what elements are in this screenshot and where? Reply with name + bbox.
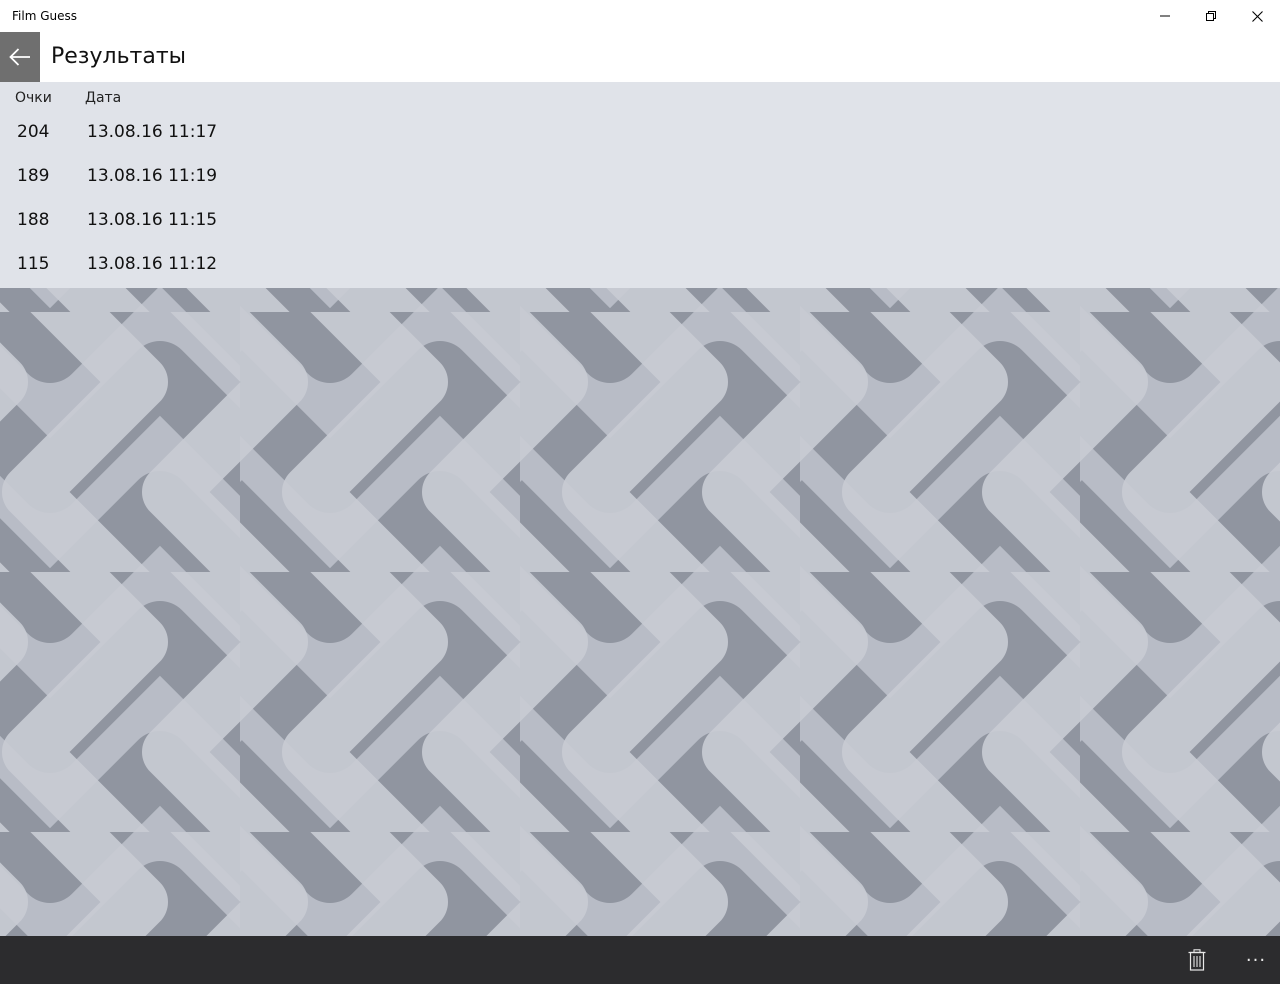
score-cell: 188 bbox=[17, 210, 50, 230]
close-icon bbox=[1251, 10, 1263, 22]
back-button[interactable] bbox=[0, 32, 40, 82]
table-row[interactable]: 188 13.08.16 11:15 bbox=[0, 200, 1280, 244]
close-button[interactable] bbox=[1234, 0, 1280, 32]
command-bar: ··· bbox=[0, 936, 1280, 984]
restore-icon bbox=[1206, 11, 1216, 21]
table-row[interactable]: 115 13.08.16 11:12 bbox=[0, 244, 1280, 288]
app-title: Film Guess bbox=[12, 9, 77, 23]
minimize-button[interactable] bbox=[1142, 0, 1188, 32]
results-table: Очки Дата 204 13.08.16 11:17 189 13.08.1… bbox=[0, 82, 1280, 288]
back-arrow-icon bbox=[9, 48, 30, 66]
score-cell: 189 bbox=[17, 166, 50, 186]
table-row[interactable]: 189 13.08.16 11:19 bbox=[0, 156, 1280, 200]
column-header-score: Очки bbox=[15, 90, 52, 106]
restore-button[interactable] bbox=[1188, 0, 1234, 32]
score-cell: 115 bbox=[17, 254, 50, 274]
date-cell: 13.08.16 11:19 bbox=[87, 166, 218, 186]
page-header: Результаты bbox=[0, 32, 1280, 82]
page-title: Результаты bbox=[51, 44, 187, 69]
date-cell: 13.08.16 11:17 bbox=[87, 122, 218, 142]
trash-icon bbox=[1188, 949, 1206, 971]
date-cell: 13.08.16 11:12 bbox=[87, 254, 218, 274]
more-options-button[interactable]: ··· bbox=[1234, 940, 1278, 980]
title-bar: Film Guess bbox=[0, 0, 1280, 32]
score-cell: 204 bbox=[17, 122, 50, 142]
minimize-icon bbox=[1160, 15, 1170, 17]
table-row[interactable]: 204 13.08.16 11:17 bbox=[0, 112, 1280, 156]
date-cell: 13.08.16 11:15 bbox=[87, 210, 218, 230]
column-header-date: Дата bbox=[85, 90, 122, 106]
delete-button[interactable] bbox=[1175, 940, 1219, 980]
